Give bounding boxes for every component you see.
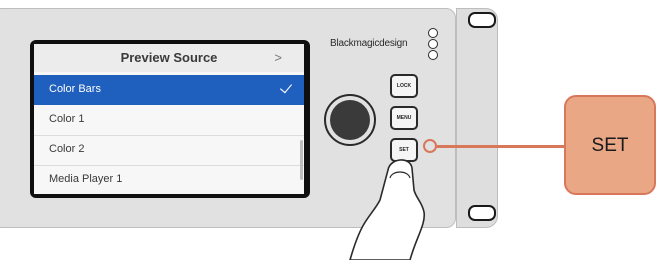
- rack-slot-top: [468, 12, 496, 28]
- control-knob[interactable]: [324, 94, 376, 146]
- lcd-list-item[interactable]: Color 2: [34, 135, 304, 166]
- callout-label: SET: [591, 135, 629, 156]
- lock-button[interactable]: LOCK: [390, 74, 418, 98]
- callout-line: [432, 145, 567, 148]
- lcd-screen: Preview Source > Color Bars Color 1 Colo…: [34, 44, 304, 194]
- brand-logo-icon: [428, 28, 440, 60]
- callout-box: SET: [564, 95, 656, 195]
- lcd-list-item[interactable]: Media Player 1: [34, 165, 304, 194]
- lcd-scrollbar[interactable]: [300, 140, 303, 180]
- lcd-list-item-label: Media Player 1: [49, 173, 123, 185]
- lcd-list-item-selected[interactable]: Color Bars: [34, 75, 304, 105]
- check-icon: [279, 80, 293, 94]
- hand-pointer-icon: [349, 159, 426, 260]
- lcd-header: Preview Source >: [34, 44, 304, 72]
- rack-slot-bottom: [468, 205, 496, 221]
- lcd-list-item-label: Color 2: [49, 143, 85, 155]
- lcd-list-item-label: Color 1: [49, 113, 85, 125]
- rack-ear: [456, 8, 498, 228]
- lcd-title: Preview Source: [120, 50, 218, 65]
- menu-button[interactable]: MENU: [390, 106, 418, 130]
- lcd-list-item[interactable]: Color 1: [34, 105, 304, 136]
- brand-name: Blackmagicdesign: [330, 38, 408, 49]
- chevron-right-icon[interactable]: >: [274, 50, 282, 65]
- control-knob-center: [330, 100, 370, 140]
- lcd-list-item-label: Color Bars: [49, 83, 101, 95]
